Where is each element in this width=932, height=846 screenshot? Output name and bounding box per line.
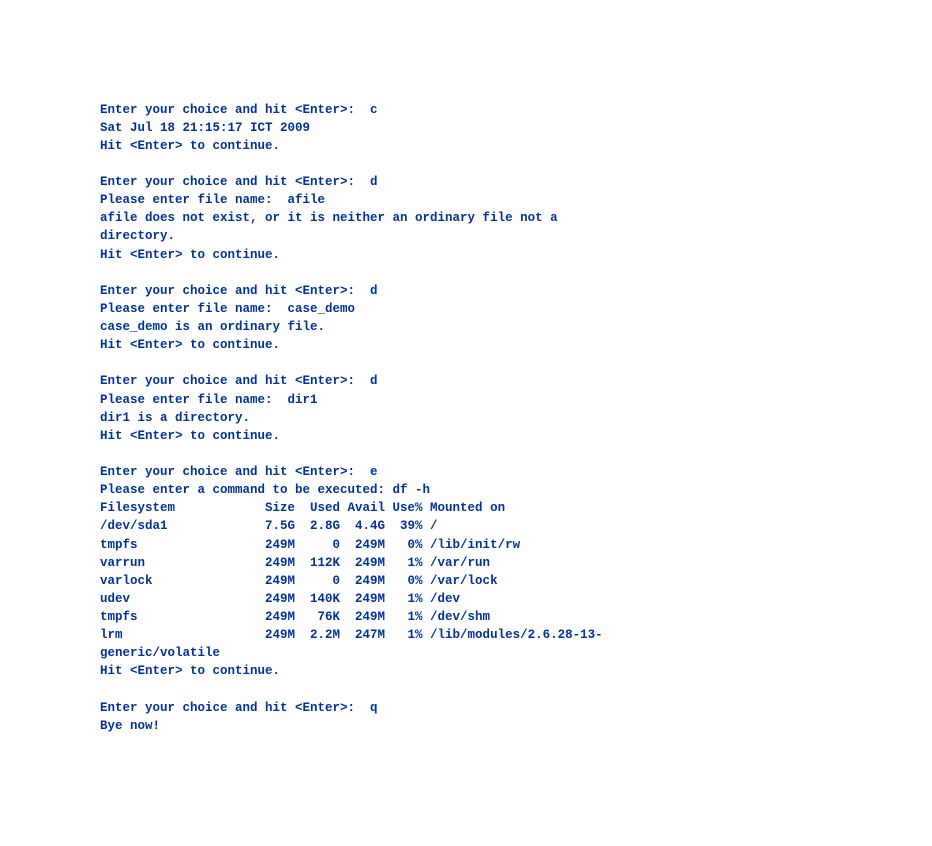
terminal-line: tmpfs 249M 0 249M 0% /lib/init/rw	[100, 536, 932, 554]
terminal-output: Enter your choice and hit <Enter>: cSat …	[100, 101, 932, 735]
terminal-line	[100, 155, 932, 173]
terminal-line: Enter your choice and hit <Enter>: d	[100, 282, 932, 300]
terminal-line: tmpfs 249M 76K 249M 1% /dev/shm	[100, 608, 932, 626]
terminal-line: Please enter file name: case_demo	[100, 300, 932, 318]
terminal-line: case_demo is an ordinary file.	[100, 318, 932, 336]
terminal-line: Bye now!	[100, 717, 932, 735]
terminal-line	[100, 681, 932, 699]
terminal-line: lrm 249M 2.2M 247M 1% /lib/modules/2.6.2…	[100, 626, 932, 644]
terminal-line: Sat Jul 18 21:15:17 ICT 2009	[100, 119, 932, 137]
terminal-line: generic/volatile	[100, 644, 932, 662]
terminal-line: Enter your choice and hit <Enter>: q	[100, 699, 932, 717]
terminal-line	[100, 354, 932, 372]
terminal-line: Hit <Enter> to continue.	[100, 336, 932, 354]
terminal-line: Enter your choice and hit <Enter>: c	[100, 101, 932, 119]
terminal-line: varrun 249M 112K 249M 1% /var/run	[100, 554, 932, 572]
terminal-line: Hit <Enter> to continue.	[100, 246, 932, 264]
terminal-line: afile does not exist, or it is neither a…	[100, 209, 932, 227]
terminal-line: Enter your choice and hit <Enter>: d	[100, 372, 932, 390]
terminal-line: udev 249M 140K 249M 1% /dev	[100, 590, 932, 608]
terminal-line: Please enter file name: dir1	[100, 391, 932, 409]
terminal-line: Hit <Enter> to continue.	[100, 427, 932, 445]
terminal-line: Enter your choice and hit <Enter>: e	[100, 463, 932, 481]
terminal-line: varlock 249M 0 249M 0% /var/lock	[100, 572, 932, 590]
terminal-line	[100, 445, 932, 463]
terminal-line: Please enter a command to be executed: d…	[100, 481, 932, 499]
terminal-line	[100, 264, 932, 282]
terminal-line: Enter your choice and hit <Enter>: d	[100, 173, 932, 191]
terminal-line: directory.	[100, 227, 932, 245]
terminal-line: dir1 is a directory.	[100, 409, 932, 427]
terminal-line: Hit <Enter> to continue.	[100, 662, 932, 680]
terminal-line: /dev/sda1 7.5G 2.8G 4.4G 39% /	[100, 517, 932, 535]
terminal-line: Please enter file name: afile	[100, 191, 932, 209]
terminal-line: Hit <Enter> to continue.	[100, 137, 932, 155]
terminal-line: Filesystem Size Used Avail Use% Mounted …	[100, 499, 932, 517]
